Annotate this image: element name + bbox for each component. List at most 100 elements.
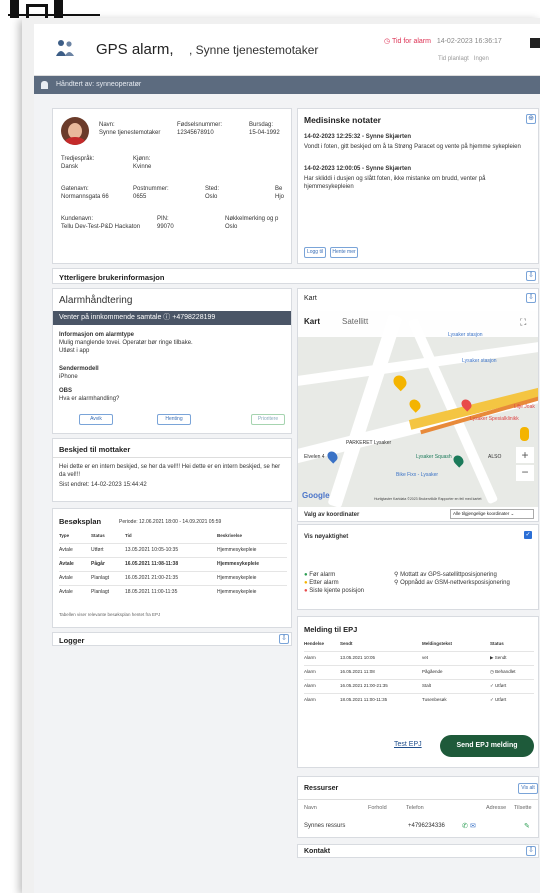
col-relation: Forhold xyxy=(368,805,387,811)
visit-col-header: Beskrivelse xyxy=(217,533,243,538)
coords-label: Valg av koordinater xyxy=(304,512,360,518)
map-view[interactable]: Kart Satellitt ⛶ Lysaker stasjon Lysaker… xyxy=(298,311,538,507)
expand-icon[interactable]: ⇩ xyxy=(526,846,536,856)
epj-col-header: Sendt xyxy=(340,641,353,646)
epj-cell: Alarm xyxy=(304,669,316,674)
key-value: Oslo xyxy=(225,224,238,230)
visit-cell: Pågår xyxy=(91,561,105,567)
menu-icon[interactable] xyxy=(530,38,540,48)
header: GPS alarm, , Synne tjenestemotaker ◷ Tid… xyxy=(34,24,540,76)
info-line: Utløst i app xyxy=(59,348,90,354)
epj-col-header: Meldingstekst xyxy=(422,641,453,646)
gps-marker-icon[interactable] xyxy=(390,372,410,392)
visit-cell: Planlagt xyxy=(91,575,110,581)
expand-icon[interactable]: ⊕ xyxy=(526,114,536,124)
contact-bar[interactable]: Kontakt ⇩ xyxy=(297,844,539,858)
avatar xyxy=(61,117,89,145)
screen: GPS alarm, , Synne tjenestemotaker ◷ Tid… xyxy=(0,0,540,893)
pin-icon: ● xyxy=(304,572,308,578)
epj-cell: ✓ Utført xyxy=(490,697,507,702)
zoom-out-button[interactable]: − xyxy=(516,465,534,481)
message-edited: Sist endret: 14-02-2023 15:44:42 xyxy=(59,482,147,488)
info-line: Mulig manglende tovei. Operatør bør ring… xyxy=(59,340,193,346)
resource-phone[interactable]: +4796234336 xyxy=(408,823,445,829)
pin-value: 99070 xyxy=(157,224,174,230)
visit-cell: Hjemmesykepleie xyxy=(217,589,257,595)
epj-cell: 16.05.2021 21:00-21:35 xyxy=(340,683,388,688)
place-label: PARKERET Lysaker xyxy=(346,440,392,446)
info-label: Informasjon om alarmtype xyxy=(59,332,135,338)
expand-icon[interactable]: ⇩ xyxy=(526,271,536,281)
epj-cell: Alarm xyxy=(304,683,316,688)
legend-last: Siste kjente posisjon xyxy=(309,588,364,594)
log-button[interactable]: Logg til xyxy=(304,247,326,258)
phone-number[interactable]: +4798228199 xyxy=(172,314,215,321)
obs-label: OBS xyxy=(59,388,73,394)
visit-cell: Avtale xyxy=(59,589,73,595)
visit-card: Besøksplan Periode: 12.06.2021 18:00 - 1… xyxy=(52,508,292,628)
ssn-label: Fødselsnummer: xyxy=(177,122,223,128)
col-name: Navn xyxy=(304,805,317,811)
phone-icon[interactable]: ✆ xyxy=(462,822,468,830)
user-group-icon xyxy=(56,40,74,56)
legend-after: Etter alarm xyxy=(309,580,339,586)
message-body: Hei dette er en intern beskjed, se her d… xyxy=(59,464,281,478)
extra-info-title: Ytterligere brukerinformasjon xyxy=(59,273,165,282)
epj-cell: Alarm xyxy=(304,655,316,660)
pickup-button[interactable]: Henting xyxy=(157,414,191,425)
tab-map[interactable]: Kart xyxy=(304,317,320,326)
epj-col-header: Hendelse xyxy=(304,641,325,646)
epj-cell: 16.05.2021 11:08 xyxy=(340,669,375,674)
place-label: Lysaker stasjon xyxy=(448,332,483,338)
col-employee: Tilsette xyxy=(514,805,532,811)
logger-bar[interactable]: Logger ⇩ xyxy=(52,632,292,646)
place-label: ALSO xyxy=(488,454,502,460)
location-pin-icon xyxy=(451,453,466,468)
visit-col-header: Tid xyxy=(125,533,132,538)
visit-cell: Avtale xyxy=(59,561,74,567)
lang-value: Dansk xyxy=(61,164,79,170)
handled-by-text: Håndtert av: synneoperatør xyxy=(56,81,142,88)
fullscreen-icon[interactable]: ⛶ xyxy=(520,317,526,328)
visit-cell: 16.05.2021 21:00-21:35 xyxy=(125,575,179,581)
tab-satellite[interactable]: Satellitt xyxy=(342,317,368,326)
epj-cell: Stalt xyxy=(422,683,432,688)
zoom-in-button[interactable]: + xyxy=(516,447,534,463)
be-label: Be xyxy=(275,186,283,192)
person-icon xyxy=(41,81,48,89)
edit-icon[interactable]: ✎ xyxy=(524,822,530,830)
expand-icon[interactable]: ⇩ xyxy=(526,293,536,303)
place-value: Oslo xyxy=(205,194,218,200)
expand-icon[interactable]: ⇩ xyxy=(279,634,289,644)
contact-title: Kontakt xyxy=(304,848,331,855)
customer-label: Kundenavn: xyxy=(61,216,94,222)
coords-select[interactable]: Alle tilgjengelige koordinater ⌄ xyxy=(450,509,534,519)
ssn-value: 12345678910 xyxy=(177,130,214,136)
show-all-button[interactable]: Vis alt xyxy=(518,783,538,794)
entry2-body: Har skliddi i dusjen og slått foten, ikk… xyxy=(304,176,486,190)
prioritize-button[interactable]: Prioritere xyxy=(251,414,285,425)
entry1-body: Vondt i foten, gitt beskjed om å ta Strø… xyxy=(304,144,521,150)
epj-title: Melding til EPJ xyxy=(304,625,358,634)
accuracy-checkbox[interactable]: ✓ xyxy=(524,531,532,539)
customer-value: Tellu Dev-Test-P&D Hackaton xyxy=(61,224,141,230)
planned-value: Ingen xyxy=(473,56,489,62)
waiting-text: Venter på innkommende samtale xyxy=(59,314,162,321)
gps-marker-icon[interactable] xyxy=(407,397,423,413)
test-epj-link[interactable]: Test EPJ xyxy=(394,741,422,748)
street-view-icon[interactable] xyxy=(520,427,529,441)
epj-card: Melding til EPJ Hendelse Sendt Meldingstek… xyxy=(297,616,539,768)
visit-cell: 16.05.2021 11:08-11:38 xyxy=(125,561,179,567)
map-card: Kart ⇩ Kart Satellitt ⛶ Lysaker stasjon … xyxy=(297,288,539,522)
deviation-button[interactable]: Avvik xyxy=(79,414,113,425)
message-icon[interactable]: ✉ xyxy=(470,822,476,830)
alarm-time-value: 14-02-2023 16:36:17 xyxy=(436,38,502,45)
extra-info-bar[interactable]: Ytterligere brukerinformasjon ⇩ xyxy=(52,268,539,284)
send-epj-button[interactable]: Send EPJ melding xyxy=(440,735,534,757)
street-value: Normannsgata 66 xyxy=(61,194,109,200)
fetch-more-button[interactable]: Hente mer xyxy=(330,247,358,258)
place-label: Elvelen 4 xyxy=(304,454,325,460)
accuracy-label: Vis nøyaktighet xyxy=(304,534,349,540)
place-label: Lilje Joak xyxy=(514,404,535,410)
col-phone: Telefon xyxy=(406,805,424,811)
